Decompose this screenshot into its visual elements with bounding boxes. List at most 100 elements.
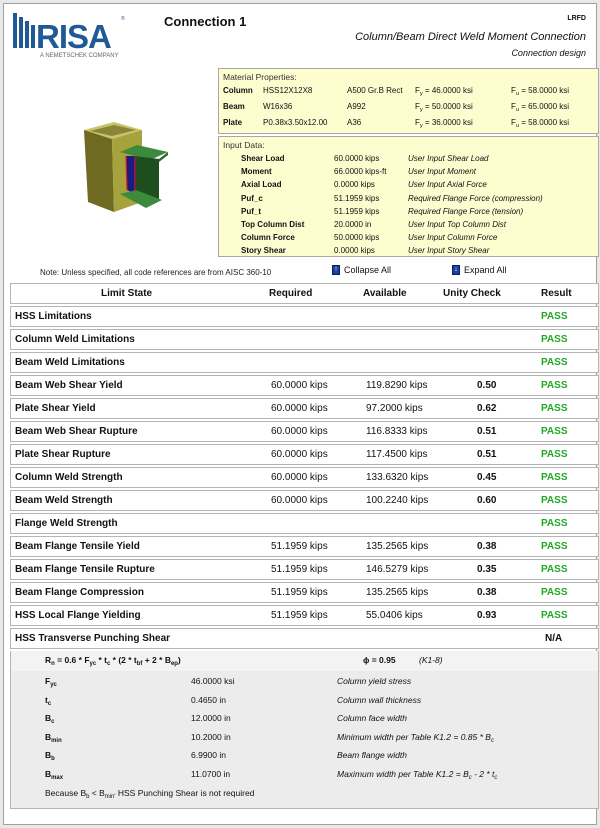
expand-all-button[interactable]: ↓ Expand All — [452, 265, 507, 275]
connection-3d-model[interactable] — [34, 82, 214, 257]
table-row[interactable]: Beam Weld Strength 60.0000 kips 100.2240 k… — [10, 490, 599, 511]
input-value: 20.0000 in — [334, 220, 372, 229]
table-row[interactable]: Plate Shear Rupture 60.0000 kips 117.4500 … — [10, 444, 599, 465]
limit-state-name: Plate Shear Rupture — [15, 449, 111, 460]
input-row: Shear Load 60.0000 kips User Input Shear L… — [241, 154, 596, 167]
desc-text: Column yield stress — [337, 676, 412, 686]
input-label: Puf_c — [241, 193, 263, 203]
desc-subscript: c — [490, 737, 494, 744]
material-properties-panel: Material Properties: Column HSS12X12X8 A… — [218, 68, 599, 134]
required-value: 51.1959 kips — [271, 541, 328, 552]
input-description: User Input Top Column Dist — [408, 220, 506, 229]
result-status: PASS — [541, 564, 568, 575]
table-row[interactable]: Beam Web Shear Yield 60.0000 kips 119.8290… — [10, 375, 599, 396]
material-row: Plate P0.38x3.50x12.00 A36 Fy = 36.0000 … — [223, 118, 598, 132]
phi-value: ϕ = 0.95 — [363, 655, 396, 665]
required-value: 60.0000 kips — [271, 380, 328, 391]
input-description: User Input Column Force — [408, 233, 498, 243]
detail-row: Bmin 10.2000 in Minimum width per Table K1… — [11, 729, 598, 747]
limit-state-name: Beam Web Shear Rupture — [15, 426, 138, 437]
report-window: RISA ® A NEMETSCHEK COMPANY Connection 1… — [3, 3, 599, 825]
desc-text: Maximum width per Table K1.2 = B — [337, 768, 469, 779]
collapse-all-button[interactable]: ↑ Collapse All — [332, 265, 391, 275]
required-value: 60.0000 kips — [271, 449, 328, 460]
input-description: Required Flange Force (compression) — [408, 193, 543, 203]
input-description: User Input Moment — [408, 167, 477, 177]
conclusion-text: Because Bb < Bmin' HSS Punching Shear is… — [45, 788, 255, 800]
desc-text: Minimum width per Table K1.2 = 0.85 * B — [337, 731, 491, 742]
input-row: Top Column Dist 20.0000 in User Input Top … — [241, 220, 596, 233]
required-value: 51.1959 kips — [271, 564, 328, 575]
desc-subscript: c — [494, 774, 498, 781]
input-label: Axial Load — [241, 180, 282, 190]
conclusion-part: HSS Punching Shear is not required — [115, 788, 255, 798]
result-status: PASS — [541, 311, 568, 322]
table-row[interactable]: Plate Shear Yield 60.0000 kips 97.2000 kip… — [10, 398, 599, 419]
variable-value: 0.4650 in — [191, 694, 226, 705]
table-row[interactable]: HSS Local Flange Yielding 51.1959 kips 55.… — [10, 605, 599, 626]
required-value: 51.1959 kips — [271, 610, 328, 621]
table-row[interactable]: Beam Flange Tensile Rupture 51.1959 kips 1… — [10, 559, 599, 580]
available-value: 116.8333 kips — [366, 426, 428, 437]
table-row[interactable]: Column Weld Limitations PASS — [10, 329, 599, 350]
limit-state-name: Beam Flange Tensile Rupture — [15, 564, 155, 575]
fu-label: Fu = 58.0000 ksi — [511, 118, 570, 129]
fy-label: Fy = 50.0000 ksi — [415, 102, 473, 113]
table-row[interactable]: HSS Limitations PASS — [10, 306, 599, 327]
result-status: PASS — [541, 334, 568, 345]
variable-description: Column face width — [337, 713, 407, 723]
input-label: Top Column Dist — [241, 220, 305, 229]
variable-symbol: tc — [45, 694, 52, 707]
limit-state-name: Column Weld Limitations — [15, 334, 135, 345]
available-value: 55.0406 kips — [366, 610, 423, 621]
collapse-all-label: Collapse All — [344, 265, 392, 275]
limit-state-name: Flange Weld Strength — [15, 518, 118, 529]
header-result: Result — [541, 288, 572, 299]
result-status: PASS — [541, 380, 568, 391]
limit-state-name: HSS Local Flange Yielding — [15, 610, 141, 621]
formula-part: ) — [177, 655, 181, 665]
result-status: PASS — [541, 587, 568, 598]
available-value: 146.5279 kips — [366, 564, 429, 575]
variable-symbol: Bb — [45, 750, 55, 762]
available-value: 100.2240 kips — [366, 495, 429, 506]
available-value: 135.2565 kips — [366, 541, 429, 552]
formula-part: ep — [170, 661, 178, 667]
formula-part: = 0.6 * F — [54, 655, 90, 665]
input-value: 50.0000 kips — [334, 233, 380, 243]
section-name: P0.38x3.50x12.00 — [263, 118, 328, 127]
variable-value: 46.0000 ksi — [191, 676, 235, 686]
detail-row: Fyc 46.0000 ksi Column yield stress — [11, 673, 598, 691]
registered-mark: ® — [121, 16, 125, 22]
table-row[interactable]: Column Weld Strength 60.0000 kips 133.6320… — [10, 467, 599, 488]
header-available: Available — [363, 288, 407, 299]
input-description: User Input Axial Force — [408, 180, 487, 190]
grade: A992 — [347, 102, 366, 111]
code-reference-note: Note: Unless specified, all code referen… — [40, 268, 272, 277]
rn-formula: Rn = 0.6 * Fyc * tc * (2 * tbf + 2 * Bep… — [45, 655, 181, 667]
connection-title: Connection 1 — [164, 14, 247, 29]
table-row[interactable]: Flange Weld Strength PASS — [10, 513, 599, 534]
result-status: PASS — [541, 357, 568, 368]
member-name: Column — [223, 86, 253, 95]
variable-description: Column yield stress — [337, 676, 411, 686]
input-row: Puf_t 51.1959 kips Required Flange Force (… — [241, 207, 596, 220]
table-row[interactable]: Beam Weld Limitations PASS — [10, 352, 599, 373]
result-status: PASS — [541, 449, 568, 460]
unity-check-value: 0.38 — [477, 541, 497, 552]
desc-text: Beam flange width — [337, 750, 407, 760]
expand-icon: ↓ — [452, 265, 460, 275]
table-row[interactable]: HSS Transverse Punching Shear N/A — [10, 628, 599, 649]
input-value: 51.1959 kips — [334, 193, 380, 203]
desc-text: Column face width — [337, 713, 407, 723]
table-row[interactable]: Beam Flange Compression 51.1959 kips 135.2… — [10, 582, 599, 603]
section-name: HSS12X12X8 — [263, 86, 313, 95]
fy-label: Fy = 36.0000 ksi — [415, 118, 473, 129]
table-row[interactable]: Beam Flange Tensile Yield 51.1959 kips 135… — [10, 536, 599, 557]
table-row[interactable]: Beam Web Shear Rupture 60.0000 kips 116.83… — [10, 421, 599, 442]
input-row: Moment 66.0000 kips-ft User Input Moment — [241, 167, 596, 180]
variable-value: 11.0700 in — [191, 768, 231, 779]
desc-tail: - 2 * t — [471, 768, 495, 779]
input-row: Story Shear 0.0000 kips User Input Story S… — [241, 246, 596, 259]
variable-description: Column wall thickness — [337, 695, 421, 705]
